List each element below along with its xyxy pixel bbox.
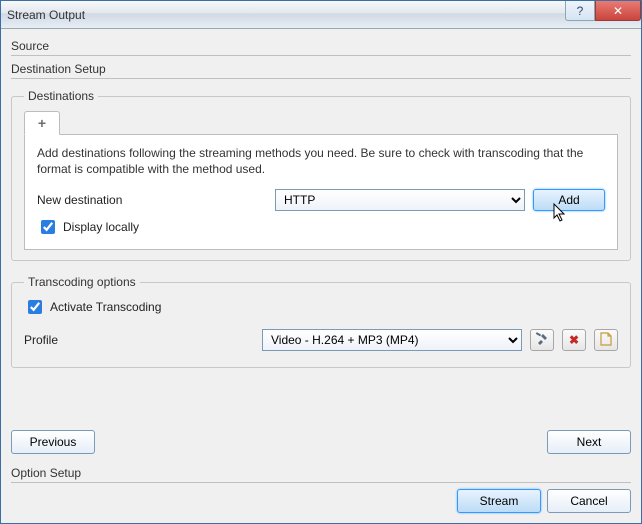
window-buttons: ? ✕ <box>565 1 641 28</box>
transcoding-fieldset: Transcoding options Activate Transcoding… <box>11 275 631 368</box>
display-locally-input[interactable] <box>41 220 55 234</box>
plus-icon: + <box>38 115 46 131</box>
wizard-nav-row: Previous Next <box>11 424 631 462</box>
profile-row: Profile Video - H.264 + MP3 (MP4) ✖ <box>24 329 618 351</box>
activate-transcoding-label: Activate Transcoding <box>50 300 161 314</box>
new-profile-button[interactable] <box>594 329 618 351</box>
new-destination-row: New destination HTTP Add <box>37 189 605 211</box>
destination-setup-section-header[interactable]: Destination Setup <box>11 58 631 79</box>
dialog-footer: Stream Cancel <box>1 483 641 523</box>
tools-icon <box>535 332 549 349</box>
add-button[interactable]: Add <box>533 189 605 211</box>
destinations-tabpane: Add destinations following the streaming… <box>24 135 618 250</box>
display-locally-label: Display locally <box>63 220 139 234</box>
close-icon: ✕ <box>613 4 623 18</box>
window-title: Stream Output <box>7 8 565 22</box>
source-section-header[interactable]: Source <box>11 35 631 56</box>
delete-icon: ✖ <box>569 333 579 347</box>
cancel-button[interactable]: Cancel <box>547 489 631 513</box>
titlebar: Stream Output ? ✕ <box>1 1 641 29</box>
help-button[interactable]: ? <box>565 1 595 21</box>
destination-protocol-select[interactable]: HTTP <box>275 189 525 211</box>
activate-transcoding-checkbox[interactable]: Activate Transcoding <box>24 297 618 317</box>
profile-label: Profile <box>24 333 254 347</box>
content-area: Source Destination Setup Destinations + … <box>1 29 641 483</box>
help-icon: ? <box>577 4 584 18</box>
next-button[interactable]: Next <box>547 430 631 454</box>
add-destination-tab[interactable]: + <box>24 111 60 135</box>
close-button[interactable]: ✕ <box>595 1 641 21</box>
destinations-fieldset: Destinations + Add destinations followin… <box>11 89 631 261</box>
stream-button[interactable]: Stream <box>457 489 541 513</box>
destinations-tabbar: + <box>24 111 618 135</box>
display-locally-checkbox[interactable]: Display locally <box>37 217 605 237</box>
activate-transcoding-input[interactable] <box>28 300 42 314</box>
stream-output-window: Stream Output ? ✕ Source Destination Set… <box>0 0 642 524</box>
delete-profile-button[interactable]: ✖ <box>562 329 586 351</box>
edit-profile-button[interactable] <box>530 329 554 351</box>
destinations-hint: Add destinations following the streaming… <box>37 145 605 177</box>
new-destination-label: New destination <box>37 193 267 207</box>
profile-select[interactable]: Video - H.264 + MP3 (MP4) <box>262 329 522 351</box>
option-setup-section-header[interactable]: Option Setup <box>11 462 631 483</box>
transcoding-legend: Transcoding options <box>24 275 140 289</box>
destinations-legend: Destinations <box>24 89 98 103</box>
previous-button[interactable]: Previous <box>11 430 95 454</box>
new-file-icon <box>600 332 612 349</box>
